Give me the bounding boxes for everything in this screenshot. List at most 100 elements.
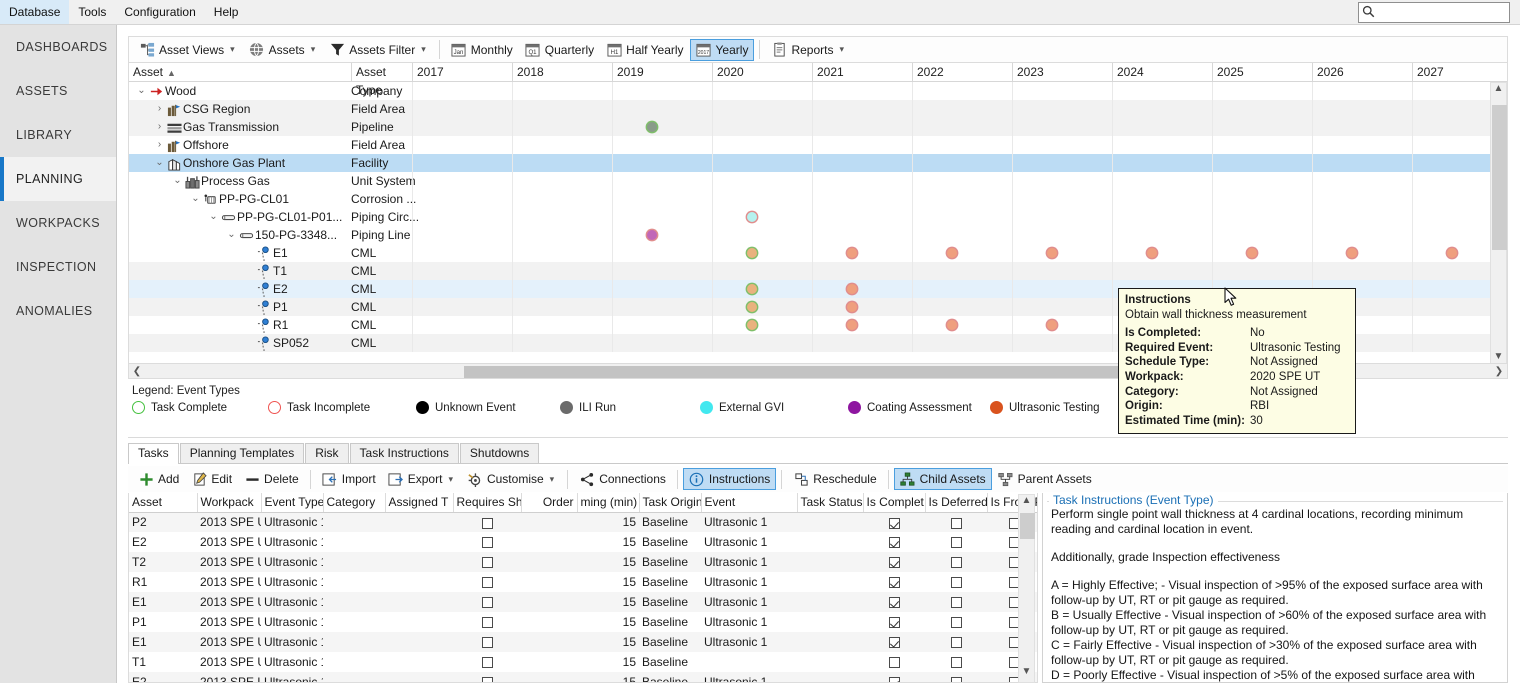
table-cell-task_status[interactable]: [797, 632, 863, 652]
table-cell-timing_min[interactable]: 15: [577, 652, 639, 672]
table-cell-event_type[interactable]: Ultrasonic 1: [261, 532, 323, 552]
table-cell-workpack[interactable]: 2013 SPE U: [197, 572, 261, 592]
gantt-row-e1[interactable]: E1 CML: [129, 244, 1492, 262]
table-cell-is_deferred[interactable]: [925, 572, 987, 592]
chevron-down-icon[interactable]: ⌄: [153, 154, 166, 172]
table-cell-order[interactable]: [521, 672, 577, 682]
table-cell-event[interactable]: Ultrasonic 1: [701, 592, 797, 612]
table-col-is-complet[interactable]: Is Complet: [863, 493, 926, 513]
table-cell-event[interactable]: Ultrasonic 1: [701, 672, 797, 682]
gantt-row-offshore[interactable]: › Offshore Field Area: [129, 136, 1492, 154]
action-btn-connections[interactable]: Connections: [573, 468, 672, 490]
nav-item-workpacks[interactable]: WORKPACKS: [0, 201, 116, 245]
table-cell-task_origin[interactable]: Baseline: [639, 532, 701, 552]
table-cell-event[interactable]: Ultrasonic 1: [701, 632, 797, 652]
table-col-ming-min[interactable]: ming (min): [577, 493, 640, 513]
table-cell-category[interactable]: [323, 532, 385, 552]
gantt-scroll-thumb[interactable]: [1492, 105, 1507, 250]
scroll-up-icon[interactable]: ▲: [1491, 83, 1506, 99]
table-cell-is_complete[interactable]: [863, 672, 925, 682]
gantt-row-pp-pg-cl01[interactable]: ⌄ PP-PG-CL01 Corrosion ...: [129, 190, 1492, 208]
checkbox-is_deferred[interactable]: [950, 577, 962, 589]
chevron-down-icon[interactable]: ▾: [837, 44, 846, 55]
table-cell-asset[interactable]: E2: [129, 532, 197, 552]
table-cell-order[interactable]: [521, 532, 577, 552]
gantt-event-dot[interactable]: [647, 230, 657, 240]
checkbox-requires_shutdown[interactable]: [481, 677, 493, 682]
table-cell-category[interactable]: [323, 652, 385, 672]
table-cell-task_origin[interactable]: Baseline: [639, 572, 701, 592]
table-cell-requires_shutdown[interactable]: [453, 512, 521, 532]
table-cell-task_origin[interactable]: Baseline: [639, 632, 701, 652]
chevron-right-icon[interactable]: ›: [153, 118, 166, 136]
menu-item-configuration[interactable]: Configuration: [115, 0, 204, 24]
table-cell-is_complete[interactable]: [863, 652, 925, 672]
table-col-category[interactable]: Category: [323, 493, 386, 513]
table-cell-event[interactable]: Ultrasonic 1: [701, 552, 797, 572]
table-cell-task_origin[interactable]: Baseline: [639, 652, 701, 672]
chevron-down-icon[interactable]: ⌄: [207, 208, 220, 226]
gantt-event-dot[interactable]: [1047, 248, 1057, 258]
table-cell-task_status[interactable]: [797, 532, 863, 552]
table-col-task-origin[interactable]: Task Origin: [639, 493, 702, 513]
gantt-event-dot[interactable]: [847, 320, 857, 330]
table-cell-is_complete[interactable]: [863, 632, 925, 652]
table-cell-assigned_to[interactable]: [385, 632, 453, 652]
gantt-row-csg-region[interactable]: › CSG Region Field Area: [129, 100, 1492, 118]
table-cell-assigned_to[interactable]: [385, 552, 453, 572]
table-cell-assigned_to[interactable]: [385, 572, 453, 592]
table-cell-is_deferred[interactable]: [925, 632, 987, 652]
table-cell-order[interactable]: [521, 632, 577, 652]
table-cell-timing_min[interactable]: 15: [577, 672, 639, 682]
table-cell-event_type[interactable]: Ultrasonic 1: [261, 612, 323, 632]
checkbox-requires_shutdown[interactable]: [481, 637, 493, 649]
table-cell-workpack[interactable]: 2013 SPE U: [197, 552, 261, 572]
gantt-row-onshore-gas-plant[interactable]: ⌄ Onshore Gas Plant Facility: [129, 154, 1492, 172]
chevron-down-icon[interactable]: ▾: [548, 474, 557, 485]
table-col-order[interactable]: Order: [521, 493, 578, 513]
table-cell-task_status[interactable]: [797, 652, 863, 672]
table-cell-event_type[interactable]: Ultrasonic 1: [261, 672, 323, 682]
checkbox-requires_shutdown[interactable]: [481, 617, 493, 629]
gantt-event-dot[interactable]: [847, 248, 857, 258]
table-col-requires-sh[interactable]: Requires Sh: [453, 493, 522, 513]
table-cell-is_deferred[interactable]: [925, 512, 987, 532]
table-cell-task_origin[interactable]: Baseline: [639, 512, 701, 532]
checkbox-is_deferred[interactable]: [950, 637, 962, 649]
action-btn-export[interactable]: Export ▾: [382, 468, 461, 490]
table-scroll-up-icon[interactable]: ▲: [1019, 495, 1034, 511]
action-btn-add[interactable]: Add: [132, 468, 185, 490]
toolbar-btn-half-yearly[interactable]: H1 Half Yearly: [600, 39, 689, 61]
global-search[interactable]: [1358, 2, 1510, 23]
table-row[interactable]: E1 2013 SPE U Ultrasonic 1 15 Baseline Ultra…: [129, 592, 1037, 612]
table-cell-workpack[interactable]: 2013 SPE U: [197, 652, 261, 672]
checkbox-is_complete[interactable]: [888, 577, 900, 589]
table-cell-timing_min[interactable]: 15: [577, 572, 639, 592]
checkbox-is_deferred[interactable]: [950, 677, 962, 682]
tasks-table-scroll-thumb[interactable]: [1020, 513, 1035, 539]
checkbox-is_deferred[interactable]: [950, 517, 962, 529]
tab-task-instructions[interactable]: Task Instructions: [349, 443, 459, 463]
table-cell-category[interactable]: [323, 612, 385, 632]
table-cell-asset[interactable]: E1: [129, 592, 197, 612]
toolbar-btn-reports[interactable]: Reports ▾: [765, 39, 852, 61]
gantt-col-year-2023[interactable]: 2023: [1012, 63, 1112, 81]
table-row[interactable]: P2 2013 SPE U Ultrasonic 1 15 Baseline Ultra…: [129, 512, 1037, 532]
table-cell-timing_min[interactable]: 15: [577, 632, 639, 652]
menu-item-help[interactable]: Help: [205, 0, 248, 24]
table-col-asset[interactable]: Asset: [129, 493, 198, 513]
gantt-row-gas-transmission[interactable]: › Gas Transmission Pipeline: [129, 118, 1492, 136]
checkbox-is_deferred[interactable]: [950, 537, 962, 549]
action-btn-reschedule[interactable]: Reschedule: [787, 468, 882, 490]
table-row[interactable]: R1 2013 SPE U Ultrasonic 1 15 Baseline Ultra…: [129, 572, 1037, 592]
table-cell-event[interactable]: Ultrasonic 1: [701, 532, 797, 552]
toolbar-btn-quarterly[interactable]: Q1 Quarterly: [519, 39, 600, 61]
table-cell-is_deferred[interactable]: [925, 652, 987, 672]
table-cell-order[interactable]: [521, 652, 577, 672]
table-cell-workpack[interactable]: 2013 SPE U: [197, 532, 261, 552]
table-col-event-type[interactable]: Event Type: [261, 493, 324, 513]
table-cell-task_status[interactable]: [797, 672, 863, 682]
table-cell-asset[interactable]: P2: [129, 512, 197, 532]
gantt-event-dot[interactable]: [747, 302, 757, 312]
search-input[interactable]: [1375, 4, 1509, 21]
